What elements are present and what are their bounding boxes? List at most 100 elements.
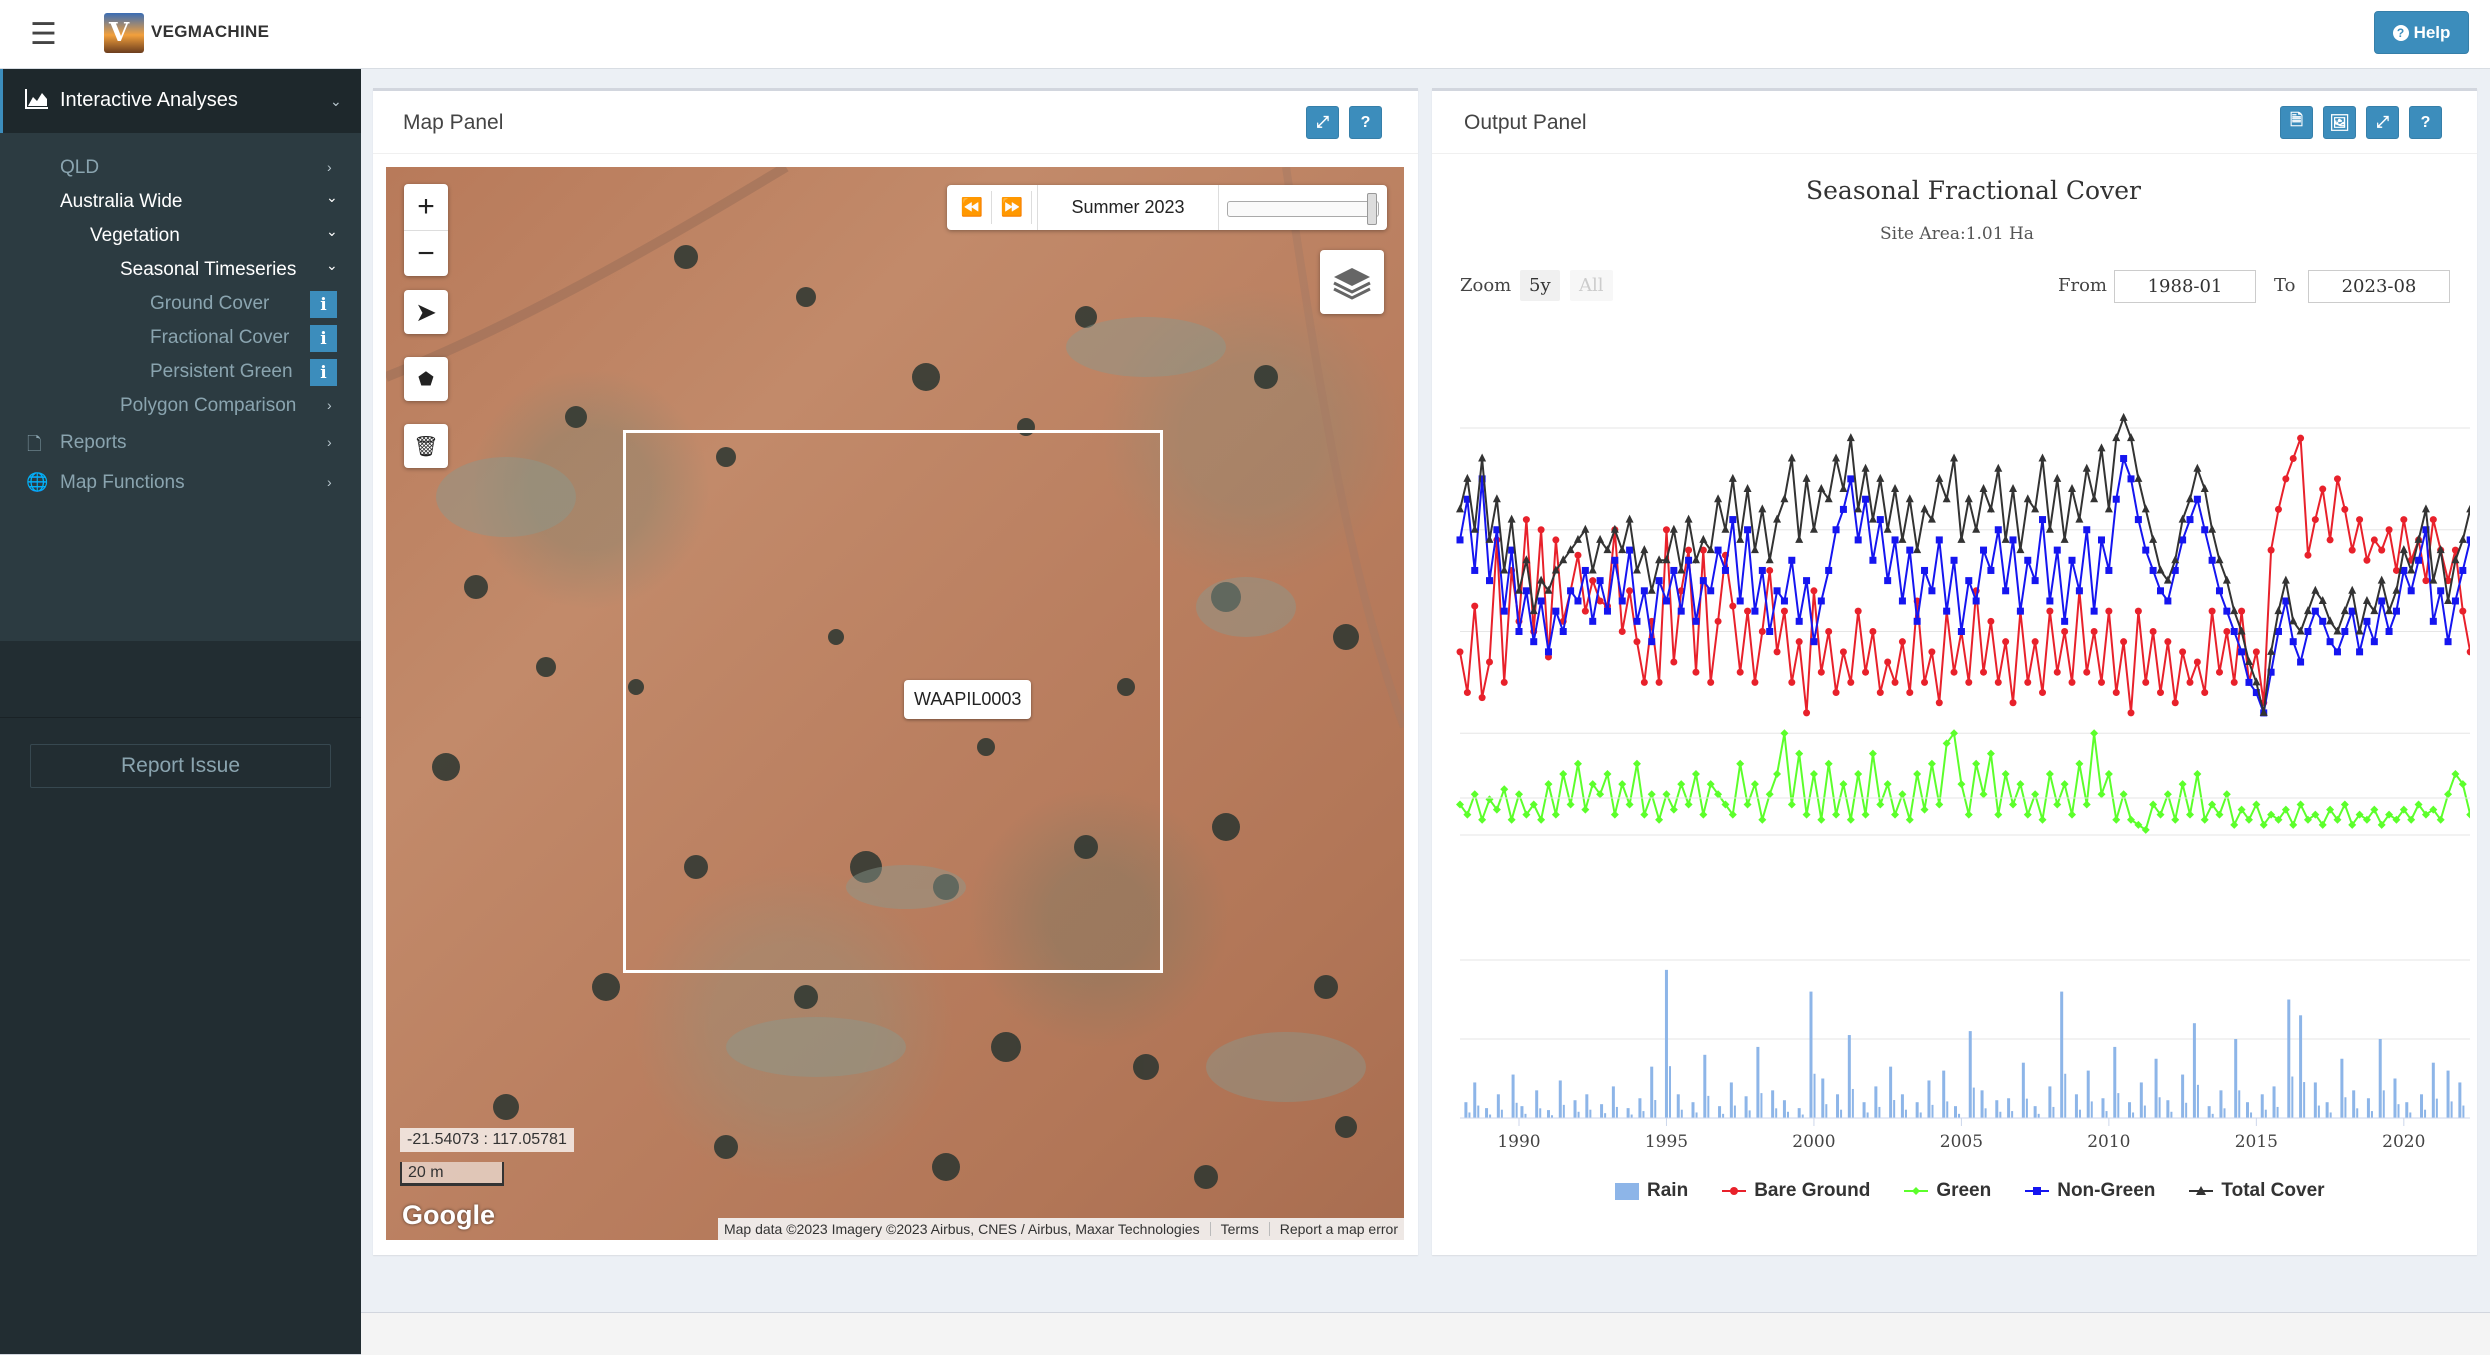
time-slider-handle[interactable] xyxy=(1367,193,1377,225)
info-icon[interactable]: i xyxy=(310,291,337,318)
sidebar-item-vegetation[interactable]: Vegetation xyxy=(90,225,180,247)
site-label[interactable]: WAAPIL0003 xyxy=(904,680,1032,719)
data-point xyxy=(2466,504,2470,513)
layers-icon[interactable] xyxy=(1320,250,1384,314)
data-point xyxy=(2201,526,2209,534)
sidebar-item-interactive-analyses[interactable]: Interactive Analyses ⌄ xyxy=(0,69,361,133)
data-point xyxy=(1632,759,1641,768)
rain-bar xyxy=(2246,1102,2249,1118)
data-point xyxy=(2281,575,2290,584)
info-icon[interactable]: i xyxy=(310,359,337,386)
data-point xyxy=(1832,526,1840,534)
rain-bar xyxy=(2074,1094,2078,1118)
report-map-error-link[interactable]: Report a map error xyxy=(1280,1221,1398,1237)
data-point xyxy=(2001,534,2010,543)
sidebar-item-fractional-cover[interactable]: Fractional Cover xyxy=(150,327,289,349)
data-point xyxy=(1611,556,1619,564)
data-point xyxy=(2230,606,2239,615)
expand-icon[interactable]: ⤢ xyxy=(2366,106,2399,139)
data-point xyxy=(1728,473,1737,482)
sidebar-item-australia-wide[interactable]: Australia Wide xyxy=(60,191,183,213)
rain-bar xyxy=(2007,1098,2011,1118)
rain-bar xyxy=(2276,1106,2279,1118)
file-pdf-icon[interactable]: 🗎 xyxy=(2280,106,2313,139)
sidebar-item-persistent-green[interactable]: Persistent Green xyxy=(150,361,293,383)
trash-icon[interactable]: 🗑 xyxy=(404,424,448,468)
data-point xyxy=(1567,587,1575,595)
data-point xyxy=(1588,565,1597,574)
sidebar-item-reports[interactable]: Reports xyxy=(60,432,127,454)
data-point xyxy=(1935,473,1944,482)
rain-bar xyxy=(2011,1111,2014,1118)
data-point xyxy=(2200,484,2209,493)
legend-item-non-green[interactable]: Non-Green xyxy=(2025,1180,2155,1202)
rain-bar xyxy=(2299,1015,2303,1118)
data-point xyxy=(2362,595,2371,604)
help-button[interactable]: ? Help xyxy=(2374,11,2469,54)
data-point xyxy=(1979,790,1988,799)
data-point xyxy=(1854,769,1863,778)
info-icon[interactable]: i xyxy=(310,325,337,352)
previous-time-button[interactable]: ⏪ xyxy=(953,191,992,224)
sidebar-toggle-icon[interactable]: ☰ xyxy=(0,0,87,69)
to-date-input[interactable]: 2023-08 xyxy=(2308,270,2450,303)
time-label: Summer 2023 xyxy=(1037,185,1219,230)
legend-item-bare-ground[interactable]: Bare Ground xyxy=(1722,1180,1870,1202)
data-point xyxy=(2363,556,2371,564)
data-point xyxy=(2186,516,2194,524)
data-point xyxy=(1935,699,1943,707)
cover-chart[interactable]: 020406080Cover Fraction (%)0200400Rain (… xyxy=(1440,310,2470,1170)
legend-item-total-cover[interactable]: Total Cover xyxy=(2189,1180,2325,1202)
from-date-input[interactable]: 1988-01 xyxy=(2114,270,2256,303)
data-point xyxy=(2156,587,2164,595)
question-icon[interactable]: ? xyxy=(1349,106,1382,139)
question-icon: ? xyxy=(2392,24,2409,41)
data-point xyxy=(1751,607,1759,615)
time-slider[interactable] xyxy=(1227,201,1379,217)
data-point xyxy=(2083,668,2091,676)
sidebar-item-qld[interactable]: QLD xyxy=(60,157,99,179)
satellite-map[interactable]: + − ➤ ⬟ 🗑 ⏪ ⏩ Summer 2023 WAAPIL0003 -21… xyxy=(386,167,1404,1240)
location-arrow-icon[interactable]: ➤ xyxy=(404,290,448,334)
series-line-non-green xyxy=(1459,454,2470,717)
next-time-button[interactable]: ⏩ xyxy=(993,191,1032,224)
site-boundary[interactable] xyxy=(623,430,1163,973)
zoom-5y-button[interactable]: 5y xyxy=(1520,270,1560,301)
data-point xyxy=(1787,453,1796,462)
zoom-out-button[interactable]: − xyxy=(404,230,448,277)
sidebar-item-seasonal-timeseries[interactable]: Seasonal Timeseries xyxy=(120,259,296,281)
file-image-icon[interactable]: 🖼 xyxy=(2323,106,2356,139)
sidebar-item-ground-cover[interactable]: Ground Cover xyxy=(150,293,269,315)
zoom-in-button[interactable]: + xyxy=(404,184,448,230)
polygon-draw-icon[interactable]: ⬟ xyxy=(404,357,448,401)
data-point xyxy=(1529,606,1538,615)
rain-bar xyxy=(1866,1112,1869,1118)
data-point xyxy=(1626,587,1634,595)
data-point xyxy=(1935,800,1944,809)
report-issue-button[interactable]: Report Issue xyxy=(30,744,331,788)
legend-item-rain[interactable]: Rain xyxy=(1615,1180,1688,1202)
data-point xyxy=(1714,494,1723,503)
rain-bar xyxy=(2393,1078,2397,1118)
data-point xyxy=(1839,505,1847,513)
data-point xyxy=(1699,534,1708,543)
data-point xyxy=(1817,597,1825,605)
data-point xyxy=(1626,546,1634,554)
data-point xyxy=(1750,545,1759,554)
data-point xyxy=(2016,607,2024,615)
sidebar-item-map-functions[interactable]: Map Functions xyxy=(60,472,185,494)
terms-link[interactable]: Terms xyxy=(1221,1221,1259,1237)
sidebar-item-polygon-comparison[interactable]: Polygon Comparison xyxy=(120,395,296,417)
rain-bar xyxy=(2154,1058,2158,1118)
data-point xyxy=(1596,577,1604,585)
data-point xyxy=(2009,536,2017,544)
data-point xyxy=(2068,556,2076,564)
expand-icon[interactable]: ⤢ xyxy=(1306,106,1339,139)
data-point xyxy=(2112,433,2121,442)
zoom-all-button[interactable]: All xyxy=(1570,270,1613,301)
rain-bar xyxy=(2181,1074,2185,1118)
data-point xyxy=(1869,628,1877,635)
legend-item-green[interactable]: Green xyxy=(1904,1180,1991,1202)
question-icon[interactable]: ? xyxy=(2409,106,2442,139)
rain-bar xyxy=(2021,1062,2025,1118)
